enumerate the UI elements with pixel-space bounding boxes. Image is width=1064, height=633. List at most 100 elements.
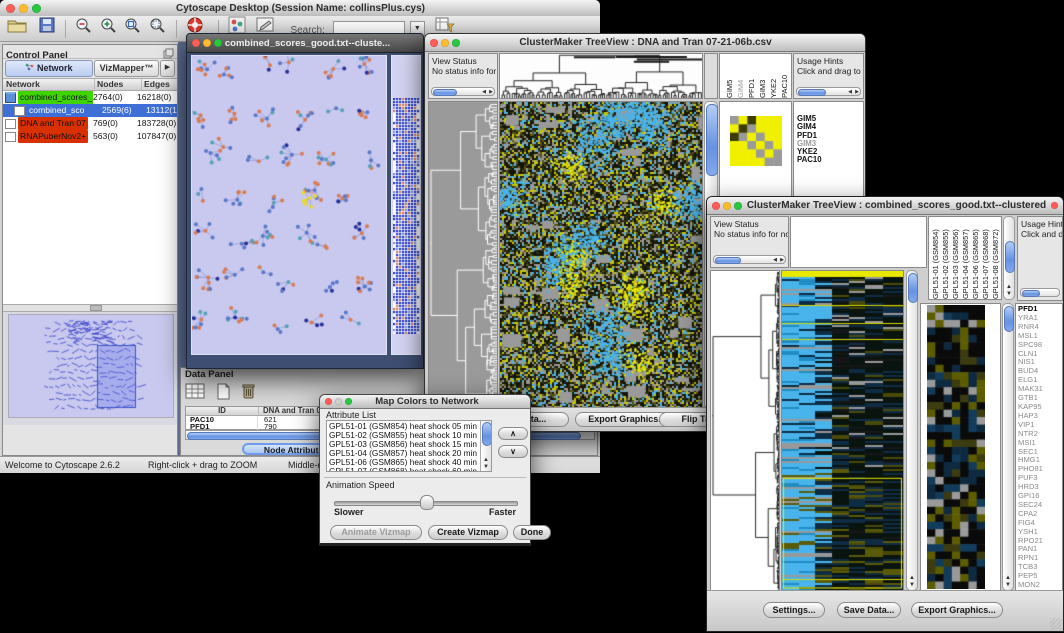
new-attribute-icon[interactable] bbox=[215, 383, 231, 405]
panel-divider[interactable] bbox=[3, 304, 177, 312]
gene-label[interactable]: RPN1 bbox=[1016, 554, 1062, 563]
network-canvas[interactable] bbox=[191, 55, 387, 355]
close-button[interactable] bbox=[6, 4, 15, 13]
hscroll-thumb[interactable] bbox=[433, 89, 457, 96]
main-titlebar[interactable]: Cytoscape Desktop (Session Name: collins… bbox=[0, 0, 600, 17]
gene-label[interactable]: MAK31 bbox=[1016, 385, 1062, 394]
gene-label[interactable]: NIS1 bbox=[1016, 358, 1062, 367]
move-up-button[interactable]: ∧ bbox=[498, 427, 528, 440]
scroll-down-icon[interactable]: ▼ bbox=[1004, 291, 1014, 297]
vscroll-thumb[interactable] bbox=[706, 104, 718, 176]
gene-dendrogram-canvas[interactable] bbox=[711, 271, 779, 590]
col-header-nodes[interactable]: Nodes bbox=[95, 79, 142, 90]
gene-label[interactable]: PUF3 bbox=[1016, 474, 1062, 483]
gene-label[interactable]: BUD4 bbox=[1016, 367, 1062, 376]
gene-label[interactable]: TCB3 bbox=[1016, 563, 1062, 572]
scroll-left-icon[interactable]: ◀ bbox=[848, 89, 852, 95]
gene-label[interactable]: PHO81 bbox=[1016, 465, 1062, 474]
done-button[interactable]: Done bbox=[513, 525, 551, 540]
close-button[interactable] bbox=[325, 398, 332, 405]
tv2-heatmap-vscroll[interactable]: ▲ ▼ bbox=[906, 270, 918, 591]
scroll-right-icon[interactable]: ▶ bbox=[489, 89, 493, 95]
scroll-down-icon[interactable]: ▼ bbox=[907, 582, 917, 588]
hscroll-thumb[interactable] bbox=[798, 89, 826, 96]
move-down-button[interactable]: ∨ bbox=[498, 445, 528, 458]
zoom-button[interactable] bbox=[345, 398, 352, 405]
gene-label[interactable]: VIP1 bbox=[1016, 421, 1062, 430]
secondary-network-view[interactable] bbox=[391, 55, 421, 355]
tv2-column-dendrogram-panel[interactable] bbox=[790, 216, 927, 268]
animate-vizmap-button[interactable]: Animate Vizmap bbox=[330, 525, 422, 540]
delete-attribute-trash-icon[interactable] bbox=[240, 382, 256, 405]
col-header-edges[interactable]: Edges bbox=[142, 79, 177, 90]
gene-label[interactable]: SEC24 bbox=[1016, 501, 1062, 510]
attr-list-vscroll[interactable]: ▲ ▼ bbox=[480, 421, 491, 471]
gene-label[interactable]: GPI16 bbox=[1016, 492, 1062, 501]
close-button[interactable] bbox=[192, 39, 200, 47]
save-data-button[interactable]: Save Data... bbox=[837, 602, 901, 618]
network-list-row[interactable]: DNA and Tran 07769(0)183728(0) bbox=[3, 117, 177, 130]
scroll-up-icon[interactable]: ▲ bbox=[1003, 575, 1013, 581]
scroll-down-icon[interactable]: ▼ bbox=[1003, 582, 1013, 588]
tv1-heatmap-panel[interactable] bbox=[499, 101, 703, 409]
grid-network-canvas[interactable] bbox=[393, 98, 420, 334]
tv1-gene-dendrogram-panel[interactable] bbox=[428, 101, 498, 409]
gene-label[interactable]: YSH1 bbox=[1016, 528, 1062, 537]
heatmap-canvas[interactable] bbox=[500, 102, 702, 408]
zoom-button[interactable] bbox=[214, 39, 222, 47]
gene-label[interactable]: SEC1 bbox=[1016, 448, 1062, 457]
tab-network[interactable]: Network bbox=[5, 60, 93, 77]
close-button[interactable] bbox=[712, 202, 720, 210]
gene-label[interactable]: RNR4 bbox=[1016, 323, 1062, 332]
gene-label[interactable]: PFD1 bbox=[1016, 305, 1062, 314]
minimize-button[interactable] bbox=[203, 39, 211, 47]
gene-label[interactable]: RPO21 bbox=[1016, 537, 1062, 546]
gene-label[interactable]: FIG4 bbox=[1016, 519, 1062, 528]
gene-label[interactable]: HMG1 bbox=[1016, 456, 1062, 465]
network-list-row[interactable]: combined_sco2569(6)13112(15) bbox=[3, 104, 177, 117]
gene-label[interactable]: GTB1 bbox=[1016, 394, 1062, 403]
zoom-out-icon[interactable] bbox=[74, 16, 94, 42]
tv1-usage-hscroll[interactable]: ◀ ▶ bbox=[796, 87, 861, 96]
scroll-right-icon[interactable]: ▶ bbox=[855, 89, 859, 95]
open-file-icon[interactable] bbox=[6, 16, 28, 42]
heatmap-canvas[interactable] bbox=[782, 271, 903, 590]
export-graphics-button[interactable]: Export Graphics... bbox=[911, 602, 1003, 618]
gene-label[interactable]: HAP3 bbox=[1016, 412, 1062, 421]
tv2-heatmap-panel[interactable] bbox=[781, 270, 904, 591]
vscroll-thumb[interactable] bbox=[1005, 241, 1015, 273]
scroll-down-icon[interactable]: ▼ bbox=[481, 464, 491, 470]
resize-grip[interactable] bbox=[1050, 618, 1062, 630]
scroll-up-icon[interactable]: ▲ bbox=[907, 575, 917, 581]
zoom-in-icon[interactable] bbox=[99, 16, 119, 42]
scroll-right-icon[interactable]: ▶ bbox=[780, 257, 784, 263]
column-dendrogram-canvas[interactable] bbox=[500, 54, 702, 98]
tv1-titlebar[interactable]: ClusterMaker TreeView : DNA and Tran 07-… bbox=[425, 34, 865, 52]
network-list-row[interactable]: RNAPuberNov2+563(0)107847(0) bbox=[3, 130, 177, 143]
minimize-button[interactable] bbox=[723, 202, 731, 210]
gene-label[interactable]: CPA2 bbox=[1016, 510, 1062, 519]
close-button[interactable] bbox=[430, 39, 438, 47]
tab-vizmapper[interactable]: VizMapper™ bbox=[94, 60, 159, 77]
network-window-titlebar[interactable]: combined_scores_good.txt--cluste... bbox=[187, 34, 423, 53]
gene-label[interactable]: MSI1 bbox=[1016, 439, 1062, 448]
create-vizmap-button[interactable]: Create Vizmap bbox=[428, 525, 508, 540]
dialog-titlebar[interactable]: Map Colors to Network bbox=[320, 395, 530, 409]
attribute-listbox[interactable]: GPL51-01 (GSM854) heat shock 05 minGPL51… bbox=[326, 420, 492, 472]
hscroll-thumb[interactable] bbox=[1022, 290, 1040, 297]
zoom-fit-icon[interactable] bbox=[148, 16, 168, 42]
gene-label[interactable]: MSL1 bbox=[1016, 332, 1062, 341]
speed-slider-thumb[interactable] bbox=[420, 495, 434, 510]
zoom-selected-icon[interactable] bbox=[123, 16, 143, 42]
tv2-zoom-vscroll[interactable]: ▲ ▼ bbox=[1002, 303, 1014, 591]
minimize-button[interactable] bbox=[335, 398, 342, 405]
minimize-button[interactable] bbox=[19, 4, 28, 13]
gene-label[interactable]: PAN1 bbox=[1016, 545, 1062, 554]
gene-label[interactable]: YRA1 bbox=[1016, 314, 1062, 323]
gene-label[interactable]: KAP95 bbox=[1016, 403, 1062, 412]
table-mode-icon[interactable] bbox=[185, 383, 207, 405]
gene-label[interactable]: ELG1 bbox=[1016, 376, 1062, 385]
vscroll-thumb[interactable] bbox=[1004, 306, 1014, 332]
tv1-status-hscroll[interactable]: ◀ ▶ bbox=[431, 87, 495, 96]
network-overview-canvas[interactable] bbox=[8, 314, 174, 418]
